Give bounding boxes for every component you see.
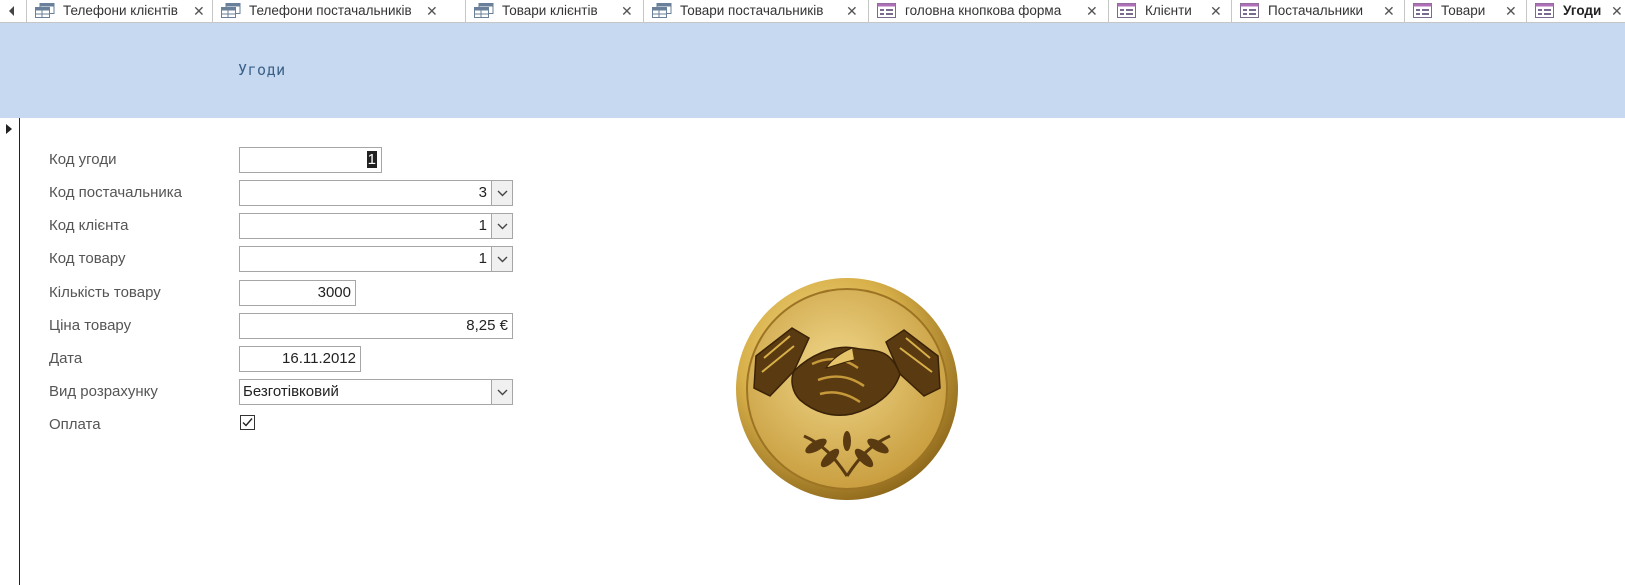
tab-postachalnyky[interactable]: Постачальники ✕ [1231, 0, 1404, 22]
tab-label: Товари постачальників [680, 3, 824, 18]
record-selector-arrow-icon [6, 124, 12, 134]
chevron-down-icon [497, 256, 507, 262]
tab-telefony-postachalnykiv[interactable]: Телефони постачальників ✕ [212, 0, 445, 22]
label-paid: Оплата [49, 416, 101, 433]
label-code-product: Код товару [49, 250, 126, 267]
record-selector[interactable] [0, 118, 20, 585]
chevron-down-icon [497, 389, 507, 395]
price-field[interactable]: 8,25 € [239, 313, 513, 339]
dropdown-button[interactable] [491, 247, 512, 271]
tab-label: Телефони клієнтів [63, 3, 178, 18]
label-code-client: Код клієнта [49, 217, 129, 234]
code-product-value: 1 [478, 250, 487, 267]
payment-type-value: Безготівковий [243, 383, 339, 400]
label-code-deal: Код угоди [49, 151, 117, 168]
tab-tovary-klientiv[interactable]: Товари клієнтів ✕ [465, 0, 643, 22]
form-icon [1240, 3, 1259, 18]
price-value: 8,25 € [466, 317, 508, 334]
code-deal-value: 1 [366, 151, 377, 168]
dropdown-button[interactable] [491, 214, 512, 238]
close-icon[interactable]: ✕ [1210, 2, 1222, 20]
tab-scroll-left-button[interactable] [0, 0, 24, 22]
tab-label: Телефони постачальників [249, 3, 412, 18]
dropdown-button[interactable] [491, 380, 512, 404]
tab-uhody[interactable]: Угоди ✕ [1526, 0, 1625, 22]
close-icon[interactable]: ✕ [1505, 2, 1517, 20]
tab-label: Товари [1441, 3, 1486, 18]
label-price: Ціна товару [49, 317, 132, 334]
checkmark-icon [242, 418, 253, 427]
label-payment-type: Вид розрахунку [49, 383, 158, 400]
date-value: 16.11.2012 [282, 350, 356, 367]
form-icon [877, 3, 896, 18]
quantity-value: 3000 [317, 284, 351, 301]
dropdown-button[interactable] [491, 181, 512, 205]
tab-label: Клієнти [1145, 3, 1192, 18]
table-icon [221, 3, 241, 18]
date-field[interactable]: 16.11.2012 [239, 346, 361, 372]
tab-telefony-klientiv[interactable]: Телефони клієнтів ✕ [26, 0, 212, 22]
document-tab-bar: Телефони клієнтів ✕ Телефони постачальни… [0, 0, 1625, 23]
close-icon[interactable]: ✕ [426, 2, 438, 20]
form-header: Угоди [0, 23, 1625, 118]
close-icon[interactable]: ✕ [1611, 2, 1623, 20]
paid-checkbox[interactable] [240, 415, 255, 430]
tab-label: Товари клієнтів [502, 3, 598, 18]
close-icon[interactable]: ✕ [846, 2, 858, 20]
code-client-combo[interactable]: 1 [239, 213, 513, 239]
tab-label: Угоди [1563, 3, 1602, 18]
form-icon [1413, 3, 1432, 18]
tab-label: Постачальники [1268, 3, 1364, 18]
tab-holovna-knopkova-forma[interactable]: головна кнопкова форма ✕ [868, 0, 1108, 22]
payment-type-combo[interactable]: Безготівковий [239, 379, 513, 405]
tab-label: головна кнопкова форма [905, 3, 1062, 18]
close-icon[interactable]: ✕ [621, 2, 633, 20]
form-title: Угоди [238, 61, 286, 79]
close-icon[interactable]: ✕ [1086, 2, 1098, 20]
label-code-supplier: Код постачальника [49, 184, 182, 201]
chevron-left-icon [9, 6, 14, 16]
label-quantity: Кількість товару [49, 284, 161, 301]
close-icon[interactable]: ✕ [193, 2, 205, 20]
form-icon [1117, 3, 1136, 18]
label-date: Дата [49, 350, 83, 367]
code-client-value: 1 [478, 217, 487, 234]
table-icon [474, 3, 494, 18]
tab-tovary-postachalnykiv[interactable]: Товари постачальників ✕ [643, 0, 868, 22]
tab-tovary[interactable]: Товари ✕ [1404, 0, 1526, 22]
code-deal-field[interactable]: 1 [239, 147, 382, 173]
code-supplier-combo[interactable]: 3 [239, 180, 513, 206]
quantity-field[interactable]: 3000 [239, 280, 356, 306]
table-icon [35, 3, 55, 18]
code-supplier-value: 3 [478, 184, 487, 201]
tab-klienty[interactable]: Клієнти ✕ [1108, 0, 1231, 22]
handshake-emblem-icon [736, 278, 958, 500]
chevron-down-icon [497, 223, 507, 229]
form-icon [1535, 3, 1554, 18]
close-icon[interactable]: ✕ [1383, 2, 1395, 20]
table-icon [652, 3, 672, 18]
chevron-down-icon [497, 190, 507, 196]
code-product-combo[interactable]: 1 [239, 246, 513, 272]
